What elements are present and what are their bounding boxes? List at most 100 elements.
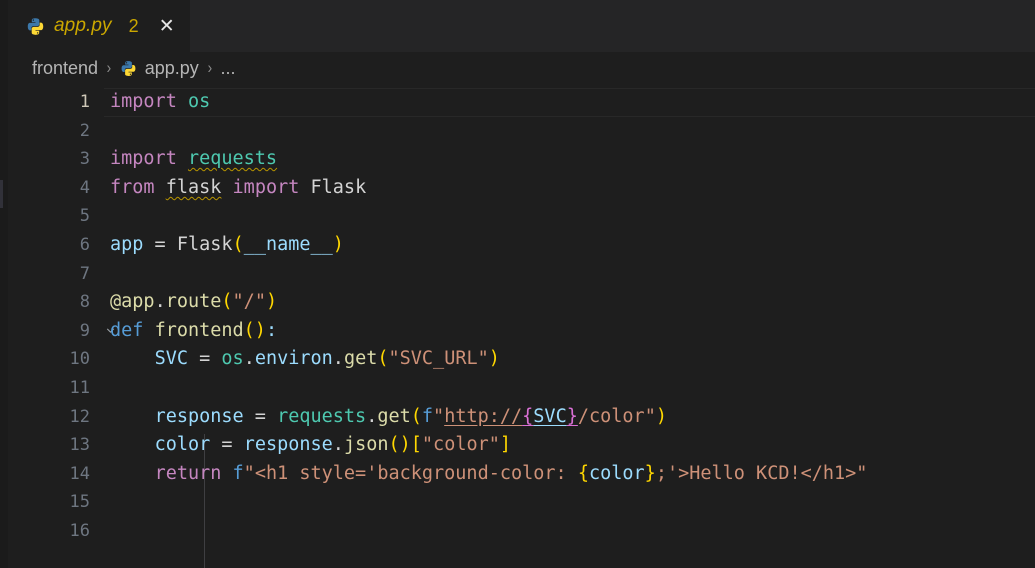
code-line-12[interactable]: response = requests.get(f"http://{SVC}/c… [104, 403, 1035, 432]
token-indent [110, 434, 155, 455]
token-variable: app [110, 234, 143, 255]
code-line-1[interactable]: import os [104, 88, 1035, 117]
token-space [143, 320, 154, 341]
line-number[interactable]: 13 [8, 431, 104, 460]
token-paren: ( [377, 348, 388, 369]
line-number[interactable]: 9 [8, 317, 104, 346]
token-keyword: import [110, 91, 177, 112]
token-quote: " [433, 406, 444, 427]
tab-problem-count-badge: 2 [129, 16, 139, 37]
token-module: requests [188, 148, 277, 169]
code-line-8[interactable]: @app.route("/") [104, 288, 1035, 317]
activity-bar-edge [0, 0, 8, 568]
token-paren: ) [656, 406, 667, 427]
code-line-11[interactable] [104, 374, 1035, 403]
token-decorator-method: route [166, 291, 222, 312]
token-method: json [344, 434, 389, 455]
code-line-16[interactable] [104, 517, 1035, 546]
token-dot: . [333, 434, 344, 455]
token-keyword: def [110, 320, 143, 341]
token-space [299, 177, 310, 198]
code-line-2[interactable] [104, 117, 1035, 146]
token-module: os [177, 91, 210, 112]
token-keyword: import [233, 177, 300, 198]
token-quote: " [645, 406, 656, 427]
line-number[interactable]: 6 [8, 231, 104, 260]
token-operator: = [188, 348, 221, 369]
close-icon[interactable]: ✕ [156, 15, 178, 37]
code-content[interactable]: import os import requests from flask imp… [104, 84, 1035, 568]
token-colon: : [266, 320, 277, 341]
token-brace: } [645, 463, 656, 484]
code-line-3[interactable]: import requests [104, 145, 1035, 174]
token-property: environ [255, 348, 333, 369]
token-keyword: return [155, 463, 222, 484]
token-paren: ( [233, 234, 244, 255]
line-number[interactable]: 7 [8, 260, 104, 289]
token-string: "color" [422, 434, 500, 455]
line-number[interactable]: 2 [8, 117, 104, 146]
breadcrumb-separator: › [207, 58, 212, 78]
code-line-15[interactable] [104, 488, 1035, 517]
token-paren: ) [489, 348, 500, 369]
line-number[interactable]: 10 [8, 345, 104, 374]
token-class: Flask [177, 234, 233, 255]
code-line-13[interactable]: color = response.json()["color"] [104, 431, 1035, 460]
token-dot: . [244, 348, 255, 369]
breadcrumb-item-symbol[interactable]: ... [220, 58, 235, 79]
token-paren: ) [333, 234, 344, 255]
line-number[interactable]: 8 [8, 288, 104, 317]
line-number[interactable]: 5 [8, 202, 104, 231]
line-number[interactable]: 4 [8, 174, 104, 203]
token-method: get [377, 406, 410, 427]
code-line-9[interactable]: def frontend(): [104, 317, 1035, 346]
token-keyword: import [110, 148, 177, 169]
token-string: ;'>Hello KCD!</h1> [656, 463, 856, 484]
line-number[interactable]: 15 [8, 488, 104, 517]
breadcrumb-label: ... [220, 58, 235, 79]
line-number[interactable]: 1 [8, 88, 104, 117]
token-bracket: [ [411, 434, 422, 455]
token-variable: response [244, 434, 333, 455]
token-indent [110, 463, 155, 484]
code-line-5[interactable] [104, 202, 1035, 231]
token-quote: " [244, 463, 255, 484]
breadcrumb-item-frontend[interactable]: frontend [32, 58, 98, 79]
code-line-10[interactable]: SVC = os.environ.get("SVC_URL") [104, 345, 1035, 374]
token-keyword: from [110, 177, 155, 198]
token-quote: " [856, 463, 867, 484]
code-editor[interactable]: 1 2 3 4 5 6 7 8 9 10 11 12 13 14 15 16 [8, 84, 1035, 568]
line-number-gutter: 1 2 3 4 5 6 7 8 9 10 11 12 13 14 15 16 [8, 84, 104, 568]
line-number[interactable]: 12 [8, 403, 104, 432]
code-line-6[interactable]: app = Flask(__name__) [104, 231, 1035, 260]
token-variable: SVC [533, 406, 566, 427]
token-variable: color [155, 434, 211, 455]
line-number[interactable]: 14 [8, 460, 104, 489]
token-module: flask [166, 177, 222, 198]
token-paren: () [244, 320, 266, 341]
token-variable: color [589, 463, 645, 484]
line-number[interactable]: 3 [8, 145, 104, 174]
token-paren: ( [411, 406, 422, 427]
token-space [221, 177, 232, 198]
token-string: <h1 style='background-color: [255, 463, 578, 484]
token-paren: () [389, 434, 411, 455]
token-url-link[interactable]: http:// [444, 406, 522, 427]
token-operator: = [210, 434, 243, 455]
code-line-14[interactable]: return f"<h1 style='background-color: {c… [104, 460, 1035, 489]
token-module: requests [277, 406, 366, 427]
code-line-7[interactable] [104, 260, 1035, 289]
editor-tab-bar: app.py 2 ✕ [8, 0, 1035, 52]
token-brace: { [522, 406, 533, 427]
sidebar-scrollbar[interactable] [0, 180, 3, 208]
line-number[interactable]: 11 [8, 374, 104, 403]
code-line-4[interactable]: from flask import Flask [104, 174, 1035, 203]
token-string: "/" [233, 291, 266, 312]
line-number-label: 9 [80, 321, 90, 341]
token-decorator: @app [110, 291, 155, 312]
breadcrumb-item-app-py[interactable]: app.py [120, 58, 199, 79]
breadcrumb-separator: › [107, 58, 112, 78]
tab-app-py[interactable]: app.py 2 ✕ [8, 0, 190, 52]
line-number[interactable]: 16 [8, 517, 104, 546]
token-string: /color [578, 406, 645, 427]
